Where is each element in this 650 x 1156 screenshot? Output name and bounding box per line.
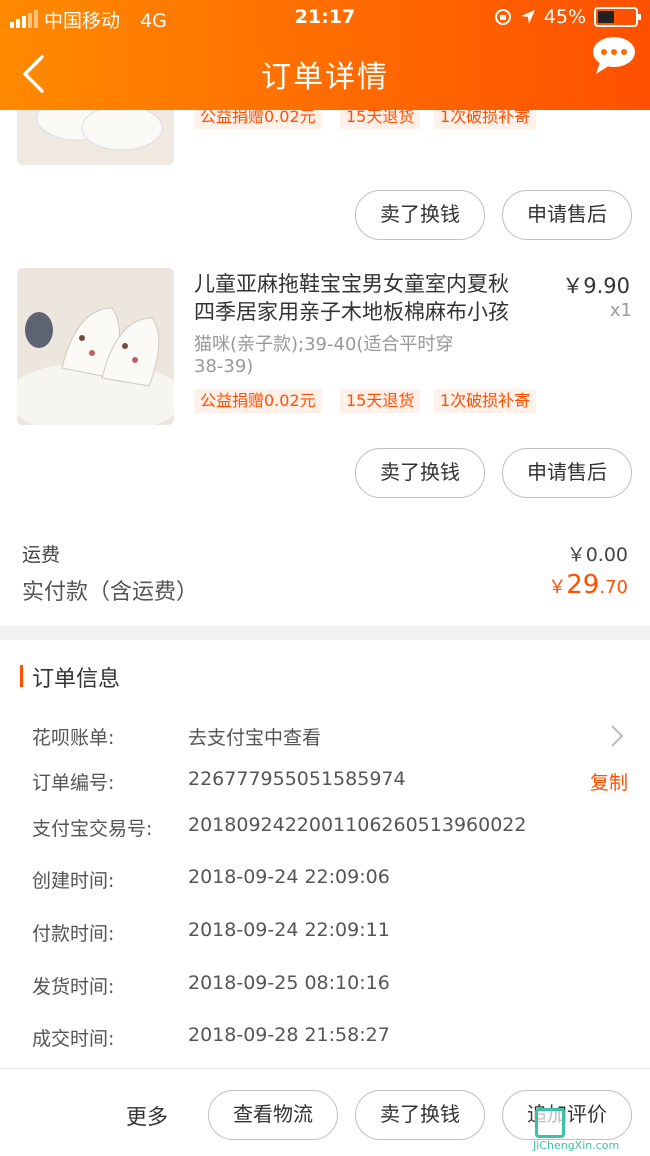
alipay-trade-label: 支付宝交易号: bbox=[32, 818, 153, 840]
alipay-trade-value: 2018092422001106260513960022 bbox=[188, 814, 527, 836]
deal-time-label: 成交时间: bbox=[32, 1028, 115, 1050]
order-info-title: 订单信息 bbox=[32, 667, 121, 692]
created-time-value: 2018-09-24 22:09:06 bbox=[188, 866, 390, 888]
paid-int: 29 bbox=[566, 570, 600, 600]
order-detail-page: 公益捐赠0.02元 15天退货 1次破损补寄 卖了换钱 申请售后 儿童亚麻拖鞋宝… bbox=[0, 0, 650, 1156]
sell-button-bottom[interactable]: 卖了换钱 bbox=[355, 1090, 485, 1140]
after-sales-button[interactable]: 申请售后 bbox=[502, 448, 632, 498]
message-more-icon[interactable] bbox=[592, 36, 636, 76]
paid-amount: ￥29.70 bbox=[548, 570, 628, 600]
chevron-right-icon[interactable] bbox=[610, 724, 624, 748]
tag-charity: 公益捐赠0.02元 bbox=[194, 389, 322, 413]
product-sku-line2: 38-39) bbox=[194, 356, 254, 377]
copy-button[interactable]: 复制 bbox=[590, 768, 628, 795]
order-info-accent-bar bbox=[20, 665, 23, 687]
view-logistics-button[interactable]: 查看物流 bbox=[208, 1090, 338, 1140]
order-number-label: 订单编号: bbox=[32, 772, 115, 794]
more-button[interactable]: 更多 bbox=[126, 1101, 168, 1131]
rotation-lock-icon bbox=[494, 9, 511, 25]
paid-currency: ￥ bbox=[548, 577, 567, 598]
battery-icon bbox=[594, 7, 641, 27]
watermark-badge bbox=[535, 1108, 565, 1138]
status-right: 45% bbox=[494, 6, 641, 28]
section-divider bbox=[0, 626, 650, 640]
order-number-value: 226777955051585974 bbox=[188, 768, 406, 790]
product-qty: x1 bbox=[609, 300, 632, 321]
shipping-value: ￥0.00 bbox=[566, 544, 628, 566]
watermark-text: JiChengXin.com bbox=[533, 1139, 620, 1152]
location-icon bbox=[520, 10, 535, 24]
product-title-line2[interactable]: 四季居家用亲子木地板棉麻布小孩 bbox=[194, 296, 509, 326]
huabei-label: 花呗账单: bbox=[32, 727, 115, 749]
ship-time-value: 2018-09-25 08:10:16 bbox=[188, 972, 390, 994]
huabei-value[interactable]: 去支付宝中查看 bbox=[188, 723, 321, 750]
ship-time-label: 发货时间: bbox=[32, 976, 115, 998]
sell-button[interactable]: 卖了换钱 bbox=[355, 448, 485, 498]
product-price: ￥9.90 bbox=[562, 274, 630, 298]
app-header: 中国移动 4G 21:17 45% 订单详情 bbox=[0, 0, 650, 110]
deal-time-value: 2018-09-28 21:58:27 bbox=[188, 1024, 390, 1046]
shipping-label: 运费 bbox=[22, 544, 61, 566]
tag-damage: 1次破损补寄 bbox=[434, 389, 537, 413]
page-title: 订单详情 bbox=[261, 60, 389, 95]
created-time-label: 创建时间: bbox=[32, 870, 115, 892]
paid-label: 实付款（含运费） bbox=[22, 580, 199, 605]
slipper-image bbox=[17, 268, 174, 425]
product-sku-line1: 猫咪(亲子款);39-40(适合平时穿 bbox=[194, 334, 454, 355]
paid-dec: .70 bbox=[599, 577, 628, 598]
paid-time-value: 2018-09-24 22:09:11 bbox=[188, 919, 390, 941]
tag-return: 15天退货 bbox=[340, 389, 421, 413]
sell-button[interactable]: 卖了换钱 bbox=[355, 190, 485, 240]
after-sales-button[interactable]: 申请售后 bbox=[502, 190, 632, 240]
battery-percent: 45% bbox=[543, 6, 586, 28]
product-thumbnail[interactable] bbox=[17, 268, 174, 425]
status-bar: 中国移动 4G 21:17 45% bbox=[0, 6, 650, 32]
watermark-logo: JiChengXin.com bbox=[533, 1106, 645, 1152]
product-title-line1[interactable]: 儿童亚麻拖鞋宝宝男女童室内夏秋 bbox=[194, 268, 509, 298]
paid-time-label: 付款时间: bbox=[32, 923, 115, 945]
